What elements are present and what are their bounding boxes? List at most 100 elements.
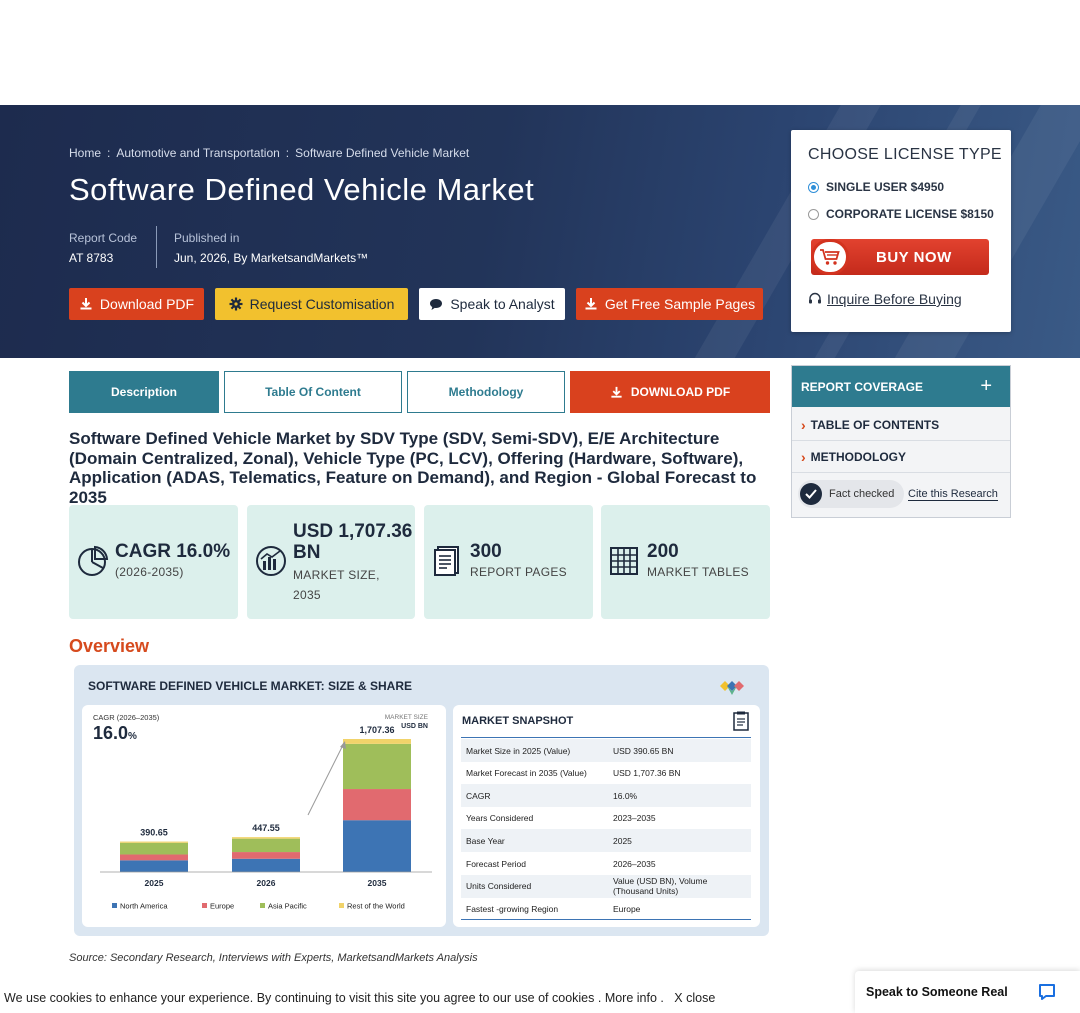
stat-label: REPORT PAGES [470,565,567,579]
radio-button-selected[interactable] [808,181,819,193]
sidebar-item-label: TABLE OF CONTENTS [810,417,940,432]
license-option-corporate[interactable]: CORPORATE LICENSE $8150 [808,207,994,221]
snapshot-row: Years Considered 2023–2035 [461,807,751,830]
tab-label: Methodology [448,385,524,399]
snapshot-value: Europe [613,903,641,914]
page: Home : Automotive and Transportation : S… [0,0,1080,1013]
stat-value: CAGR 16.0% [115,541,231,562]
stat-card-market-tables: 200 MARKET TABLES [601,505,770,619]
download-pdf-button[interactable]: Download PDF [69,288,204,320]
snapshot-value: 2023–2035 [613,813,656,824]
license-title: CHOOSE LICENSE TYPE [808,146,1002,163]
tab-description[interactable]: Description [69,371,219,413]
report-code-label: Report Code [69,231,138,245]
brand-logo-icon [720,681,744,695]
x-axis-tick-label: 2025 [145,878,164,888]
snapshot-value: Value (USD BN), Volume (Thousand Units) [613,876,708,897]
stat-label: (2026-2035) [115,565,184,579]
bar-segment-europe [232,852,300,859]
tab-table-of-content[interactable]: Table Of Content [224,371,402,413]
pie-chart-icon [78,545,109,576]
tab-methodology[interactable]: Methodology [407,371,565,413]
breadcrumb-current: Software Defined Vehicle Market [295,146,470,160]
chevron-right-icon: › [801,416,806,433]
report-coverage-panel: REPORT COVERAGE + › TABLE OF CONTENTS › … [791,365,1011,518]
request-customisation-button[interactable]: Request Customisation [215,288,408,320]
bar-segment-north-america [343,820,411,872]
bar-segment-rest-of-the-world [343,739,411,744]
stat-card-report-pages: 300 REPORT PAGES [424,505,593,619]
checkmark-icon [800,483,822,505]
tab-download-pdf[interactable]: DOWNLOAD PDF [570,371,770,413]
breadcrumb-category[interactable]: Automotive and Transportation [116,146,279,160]
stat-value: 300 [470,541,502,562]
license-option-single[interactable]: SINGLE USER $4950 [808,180,944,194]
snapshot-key: Years Considered [466,813,534,824]
report-coverage-header[interactable]: REPORT COVERAGE + [792,366,1010,407]
radio-button[interactable] [808,208,819,220]
snapshot-row: Market Size in 2025 (Value) USD 390.65 BN [461,739,751,762]
bar-total-label: 390.65 [140,828,168,838]
snapshot-row: Market Forecast in 2035 (Value) USD 1,707… [461,762,751,785]
speak-to-analyst-label: Speak to Analyst [450,296,555,312]
stat-value: USD 1,707.36 BN [293,521,413,563]
sidebar-item-label: METHODOLOGY [810,449,907,464]
x-axis-tick-label: 2035 [368,878,387,888]
download-icon [585,298,597,310]
chat-icon [1039,984,1055,1000]
breadcrumb-home[interactable]: Home [69,146,101,160]
bar-segment-asia-pacific [120,842,188,855]
inquire-before-buying-link[interactable]: Inquire Before Buying [808,291,962,307]
source-note: Source: Secondary Research, Interviews w… [69,952,478,964]
legend-swatch [339,903,344,908]
bar-segment-europe [343,789,411,821]
chat-label: Speak to Someone Real [866,985,1008,999]
tab-label: Table Of Content [265,385,361,399]
report-code: AT 8783 [69,251,114,265]
free-sample-button[interactable]: Get Free Sample Pages [576,288,763,320]
chat-widget[interactable]: Speak to Someone Real [855,971,1080,1013]
buy-now-label: BUY NOW [876,249,952,266]
request-customisation-label: Request Customisation [249,296,395,312]
buy-now-button[interactable]: BUY NOW [811,239,989,275]
stat-value: 200 [647,541,679,562]
chat-bubble-icon [430,298,443,310]
download-pdf-label: Download PDF [99,296,195,312]
cagr-value: 16.0% [93,723,137,743]
bar-total-label: 1,707.36 [359,725,394,735]
sidebar-item-methodology[interactable]: › METHODOLOGY [792,441,1010,473]
snapshot-key: Market Forecast in 2035 (Value) [466,768,587,779]
legend-swatch [112,903,117,908]
published-date: Jun, 2026, By MarketsandMarkets™ [174,251,369,265]
published-label: Published in [174,231,240,245]
bar-segment-north-america [120,860,188,872]
snapshot-row: CAGR 16.0% [461,784,751,808]
report-coverage-label: REPORT COVERAGE [801,379,924,394]
report-title: Software Defined Vehicle Market by SDV T… [69,429,757,507]
chevron-right-icon: › [801,448,806,465]
market-size-unit: USD BN [401,723,428,730]
more-info-link[interactable]: More info . [605,991,664,1005]
fact-checked-badge: Fact checked [798,480,904,508]
speak-to-analyst-button[interactable]: Speak to Analyst [419,288,565,320]
snapshot-key: Units Considered [466,881,532,892]
free-sample-label: Get Free Sample Pages [604,296,756,312]
cart-icon [811,239,849,275]
tab-label: Description [110,385,177,399]
inquire-label: Inquire Before Buying [827,291,962,307]
chart-panel: CAGR (2026–2035) 16.0% MARKET SIZE USD B… [82,705,446,927]
cite-research-link[interactable]: Cite this Research [908,488,998,501]
bar-segment-north-america [232,858,300,872]
snapshot-value: 16.0% [613,790,638,801]
snapshot-title: MARKET SNAPSHOT [462,715,574,727]
cookie-close-button[interactable]: X close [674,991,715,1005]
legend-swatch [260,903,265,908]
download-icon [80,298,92,310]
snapshot-value: USD 390.65 BN [613,745,674,756]
infographic-title: SOFTWARE DEFINED VEHICLE MARKET: SIZE & … [88,679,413,693]
bar-segment-asia-pacific [343,743,411,790]
breadcrumb: Home : Automotive and Transportation : S… [69,146,469,160]
plus-icon[interactable]: + [980,375,992,398]
snapshot-row: Base Year 2025 [461,829,751,853]
sidebar-item-table-of-contents[interactable]: › TABLE OF CONTENTS [792,409,1010,441]
